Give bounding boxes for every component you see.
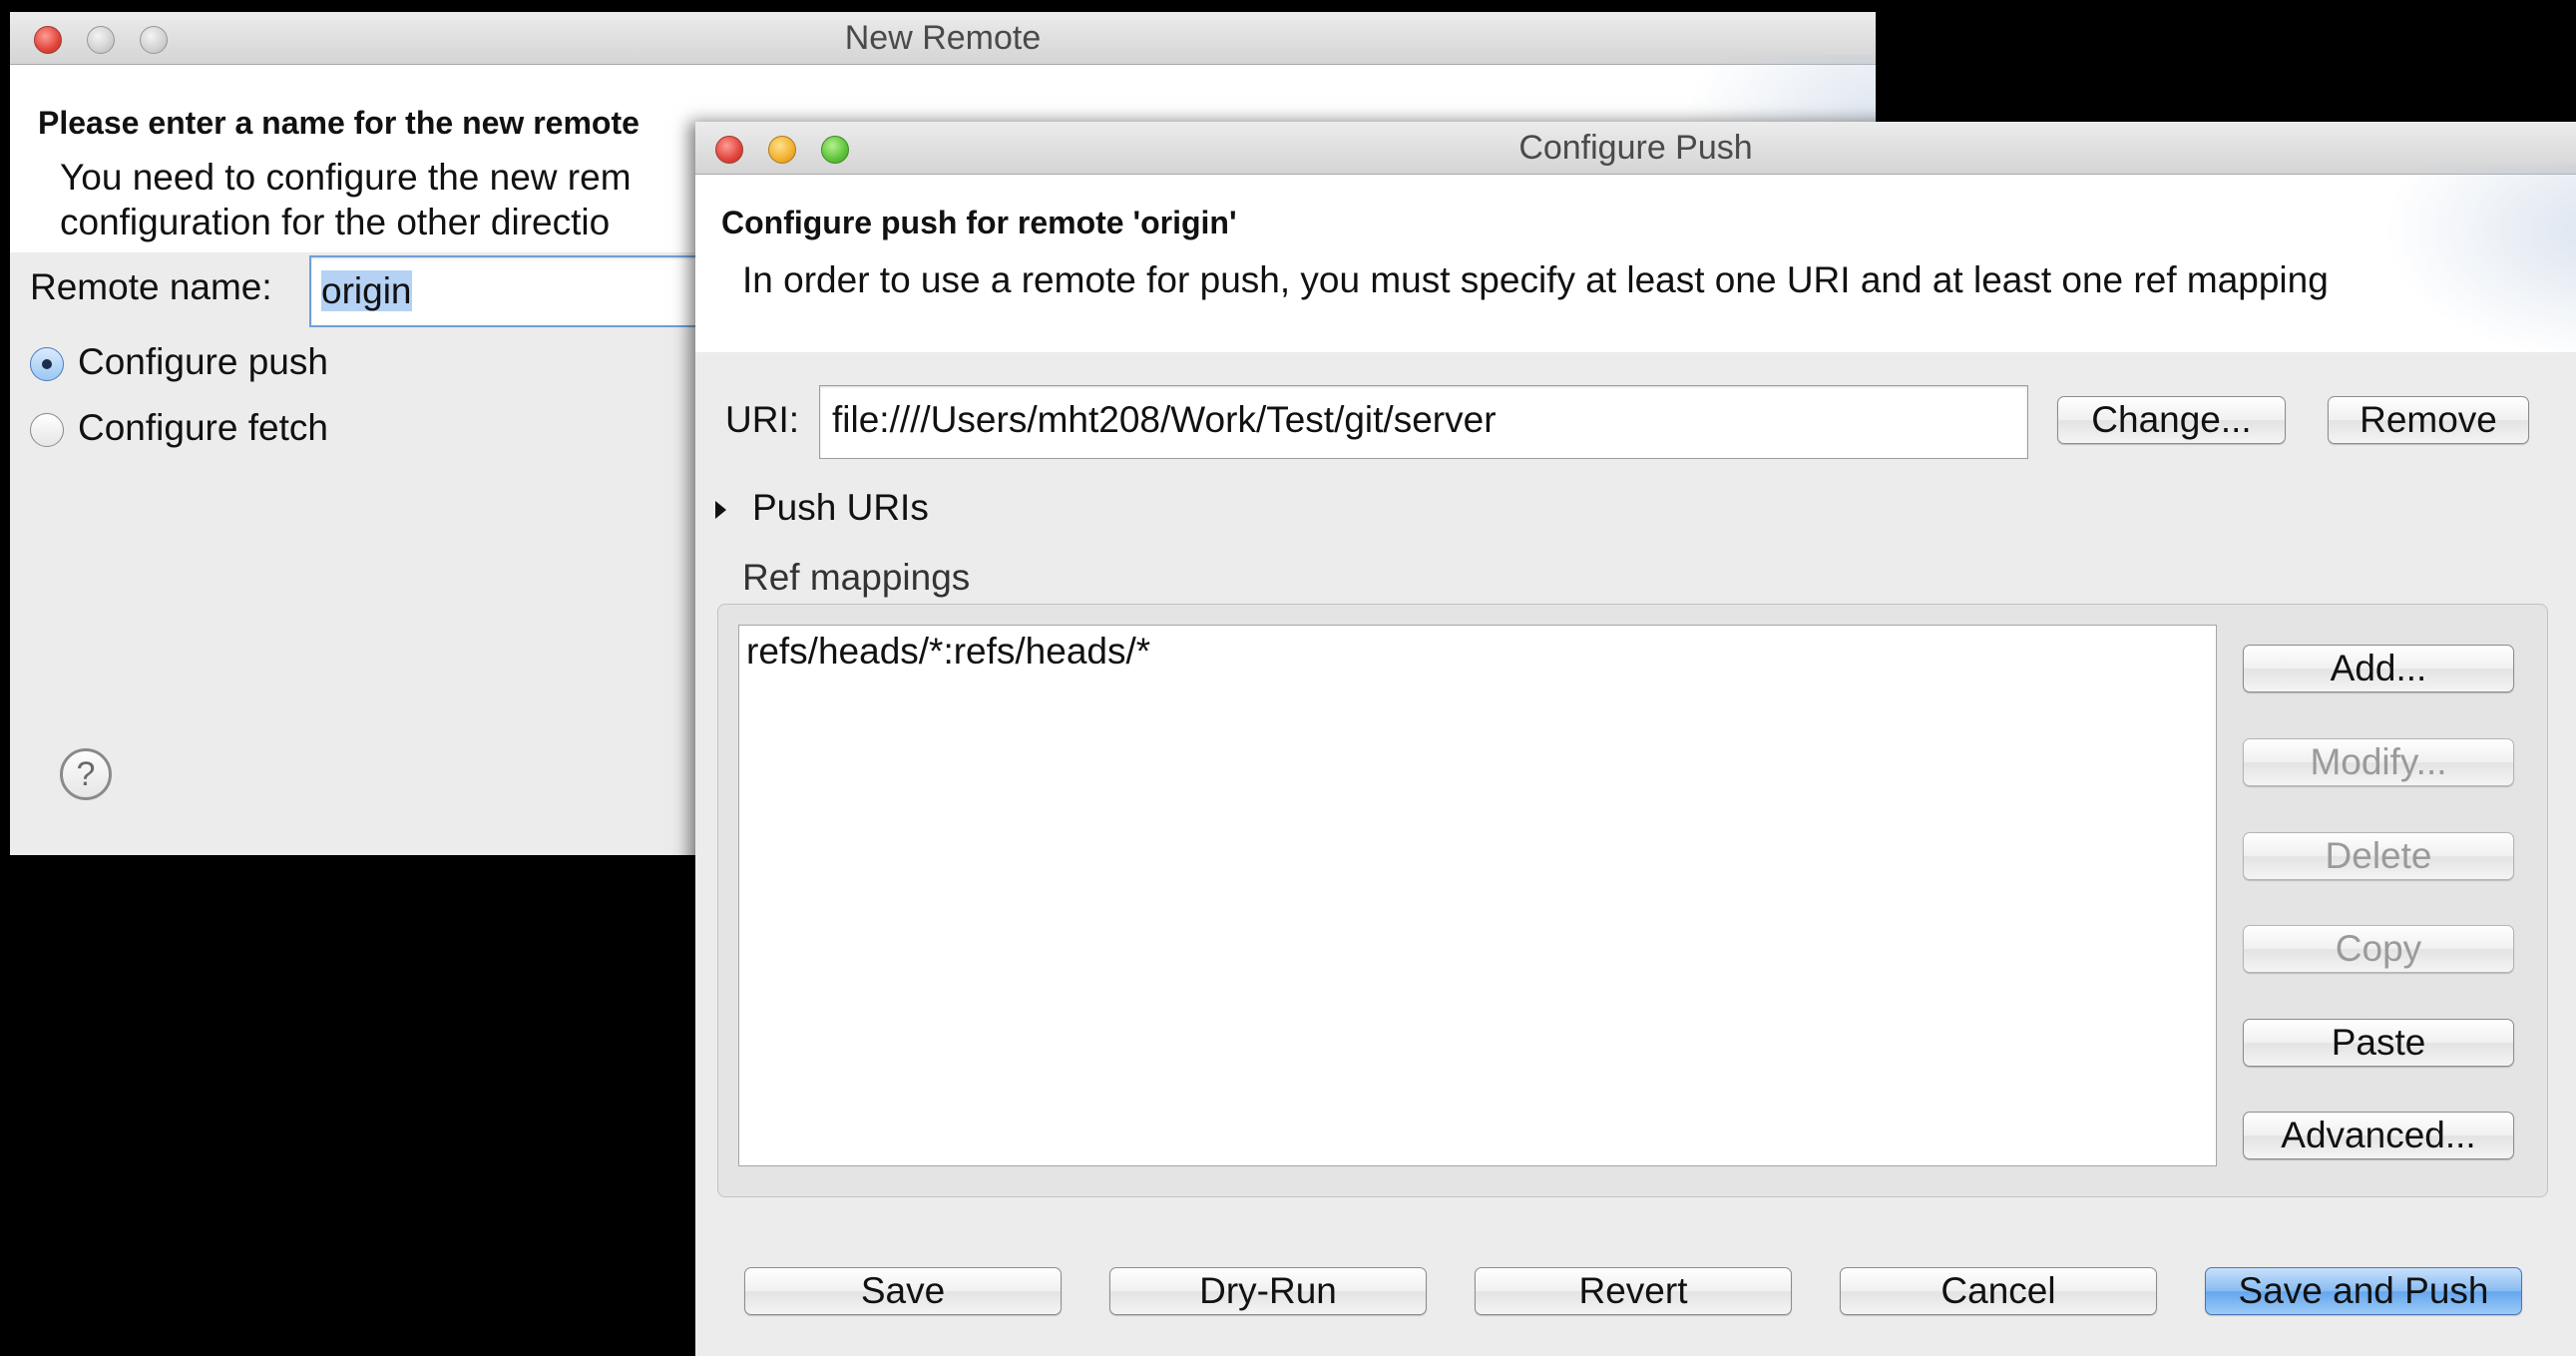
expand-triangle-icon[interactable] — [715, 501, 726, 519]
list-item[interactable]: refs/heads/*:refs/heads/* — [746, 631, 1150, 673]
configure-push-title: Configure Push — [1518, 129, 1753, 167]
new-remote-message-line-2: configuration for the other directio — [60, 202, 611, 242]
paste-button[interactable]: Paste — [2243, 1019, 2514, 1067]
new-remote-header-title: Please enter a name for the new remote — [38, 105, 640, 141]
uri-input[interactable]: file:////Users/mht208/Work/Test/git/serv… — [819, 385, 2028, 459]
advanced-button[interactable]: Advanced... — [2243, 1112, 2514, 1159]
help-glyph: ? — [76, 755, 96, 793]
configure-push-titlebar[interactable]: Configure Push — [695, 122, 2576, 175]
cancel-button[interactable]: Cancel — [1840, 1267, 2157, 1315]
ref-mappings-group: refs/heads/*:refs/heads/* Add... Modify.… — [717, 604, 2548, 1197]
remote-name-value: origin — [321, 270, 412, 311]
ref-mappings-label: Ref mappings — [742, 557, 971, 598]
add-button[interactable]: Add... — [2243, 645, 2514, 692]
save-and-push-button[interactable]: Save and Push — [2205, 1267, 2522, 1315]
change-button[interactable]: Change... — [2057, 396, 2286, 444]
revert-button[interactable]: Revert — [1475, 1267, 1792, 1315]
delete-button[interactable]: Delete — [2243, 832, 2514, 880]
remote-name-label: Remote name: — [30, 266, 272, 307]
configure-push-header: Configure push for remote 'origin' In or… — [695, 165, 2576, 384]
modify-button[interactable]: Modify... — [2243, 738, 2514, 786]
new-remote-message-line-1: You need to configure the new rem — [60, 157, 632, 198]
configure-push-radio[interactable] — [30, 347, 64, 381]
new-remote-title: New Remote — [844, 19, 1042, 57]
push-uris-toggle[interactable]: Push URIs — [752, 487, 929, 529]
configure-push-header-title: Configure push for remote 'origin' — [721, 205, 1237, 240]
remove-button[interactable]: Remove — [2328, 396, 2529, 444]
new-remote-titlebar[interactable]: New Remote — [10, 12, 1876, 65]
configure-push-label[interactable]: Configure push — [78, 341, 328, 383]
ref-mappings-list[interactable]: refs/heads/*:refs/heads/* — [738, 625, 2217, 1166]
copy-button[interactable]: Copy — [2243, 925, 2514, 973]
save-button[interactable]: Save — [744, 1267, 1062, 1315]
configure-fetch-radio[interactable] — [30, 413, 64, 447]
uri-label: URI: — [725, 399, 799, 440]
dry-run-button[interactable]: Dry-Run — [1109, 1267, 1427, 1315]
configure-fetch-label[interactable]: Configure fetch — [78, 407, 328, 449]
configure-push-window: Configure Push Configure push for remote… — [695, 122, 2576, 1356]
help-icon[interactable]: ? — [60, 748, 112, 800]
uri-value: file:////Users/mht208/Work/Test/git/serv… — [832, 399, 1497, 440]
configure-push-message: In order to use a remote for push, you m… — [742, 259, 2329, 300]
